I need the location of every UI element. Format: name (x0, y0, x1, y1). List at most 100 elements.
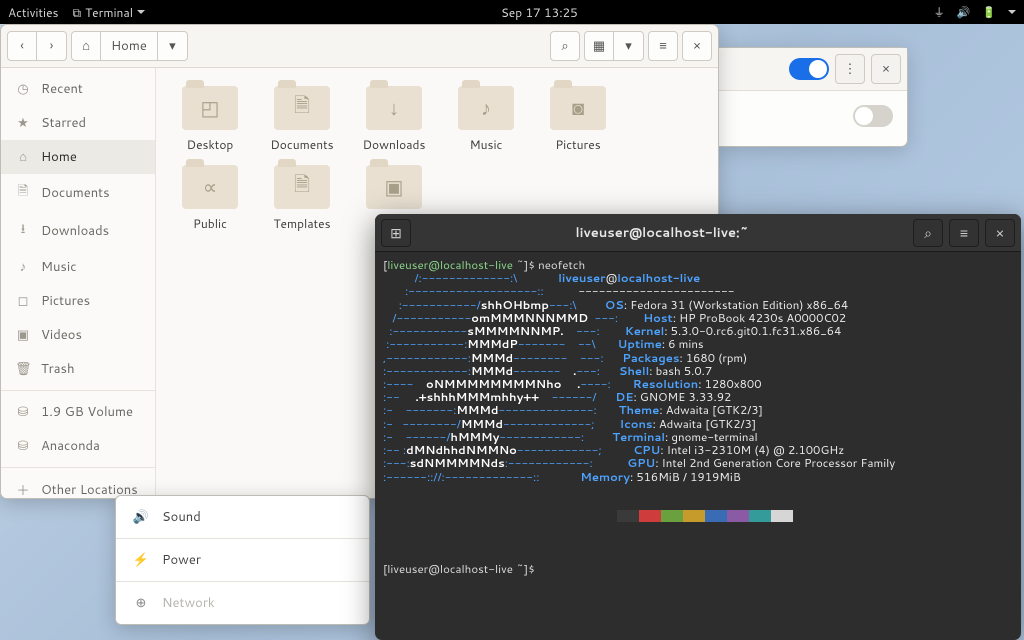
folder-public[interactable]: ∝ Public (164, 165, 256, 232)
view-dropdown[interactable]: ▾ (614, 31, 644, 61)
popup-item-network: ⊕ Network (116, 582, 369, 624)
chevron-down-icon (1008, 10, 1016, 14)
view-grid-button[interactable]: ▦ (584, 31, 614, 61)
chevron-down-icon (137, 10, 145, 14)
recent-icon: ◷ (15, 80, 31, 98)
wifi-toggle[interactable] (789, 58, 829, 80)
folder-desktop[interactable]: ◰ Desktop (164, 86, 256, 153)
view-switcher: ▦ ▾ (584, 31, 644, 61)
sidebar-item-music[interactable]: ♪ Music (1, 250, 155, 284)
folder-music[interactable]: ♪ Music (440, 86, 532, 153)
sidebar-item-label: Home (41, 148, 77, 166)
sidebar-item-volume[interactable]: ⛁ 1.9 GB Volume (1, 395, 155, 429)
hamburger-button[interactable]: ≡ (648, 31, 678, 61)
menu-button[interactable]: ⋮ (835, 54, 865, 84)
folder-icon: ◰ (182, 86, 238, 130)
folder-documents[interactable]: 🗎 Documents (256, 86, 348, 153)
setting-toggle[interactable] (853, 105, 893, 127)
folder-pictures[interactable]: ◙ Pictures (532, 86, 624, 153)
sidebar-item-label: Starred (41, 114, 86, 132)
popup-item-power[interactable]: ⚡ Power (116, 539, 369, 581)
folder-icon: 🗎 (274, 86, 330, 130)
settings-popup-menu: 🔊 Sound ⚡ Power ⊕ Network (115, 495, 370, 625)
folder-label: Desktop (187, 136, 234, 153)
back-button[interactable]: ‹ (7, 31, 37, 61)
folder-icon: ↓ (366, 86, 422, 130)
active-app-label: Terminal (85, 4, 133, 21)
anaconda-icon: ⛁ (15, 437, 31, 455)
sidebar-item-recent[interactable]: ◷ Recent (1, 72, 155, 106)
sidebar-item-label: Recent (41, 80, 83, 98)
close-button[interactable]: × (985, 219, 1015, 247)
files-headerbar: ‹ › ⌂ Home ▾ ⌕ ▦ ▾ ≡ × (1, 25, 718, 68)
battery-icon[interactable]: 🔋 (982, 4, 996, 20)
videos-icon: ▣ (15, 326, 31, 344)
folder-label: Downloads (363, 136, 426, 153)
folder-icon: ∝ (182, 165, 238, 209)
volume-icon: ⛁ (15, 403, 31, 421)
files-sidebar: ◷ Recent ★ Starred ⌂Home 🗎 Documents ⭳Downloads… (1, 68, 156, 499)
starred-icon: ★ (15, 114, 31, 132)
terminal-icon: ⧉ (73, 4, 82, 21)
active-app-indicator[interactable]: ⧉ Terminal (73, 4, 146, 21)
network-icon[interactable]: ⏚ (934, 4, 945, 20)
sidebar-item-pictures[interactable]: ◻ Pictures (1, 284, 155, 318)
new-tab-button[interactable]: ⊞ (381, 219, 411, 247)
popup-item-label: Sound (162, 508, 201, 526)
breadcrumb-home[interactable]: Home (101, 31, 158, 61)
music-icon: ♪ (15, 258, 31, 276)
clock[interactable]: Sep 17 13:25 (501, 4, 578, 21)
terminal-window: ⊞ liveuser@localhost-live:~ ⌕ ≡ × [liveu… (375, 214, 1021, 640)
forward-button[interactable]: › (37, 31, 67, 61)
sidebar-item-downloads[interactable]: ⭳Downloads (1, 212, 155, 250)
gnome-top-bar: Activities ⧉ Terminal Sep 17 13:25 ⏚ 🔊 🔋 (0, 0, 1024, 24)
sidebar-item-label: Pictures (41, 292, 90, 310)
network-icon: ⊕ (132, 594, 150, 612)
folder-downloads[interactable]: ↓ Downloads (348, 86, 440, 153)
pictures-icon: ◻ (15, 292, 31, 310)
folder-label: Public (193, 215, 227, 232)
sound-icon: 🔊 (132, 508, 150, 526)
popup-item-label: Network (162, 594, 215, 612)
power-icon: ⚡ (132, 551, 150, 569)
sidebar-item-label: Videos (41, 326, 82, 344)
close-button[interactable]: × (682, 31, 712, 61)
sidebar-item-documents[interactable]: 🗎 Documents (1, 174, 155, 212)
volume-icon[interactable]: 🔊 (957, 4, 971, 20)
trash-icon: 🗑 (15, 360, 31, 378)
folder-templates[interactable]: 🗎 Templates (256, 165, 348, 232)
other-icon: ＋ (15, 480, 31, 499)
folder-icon: ♪ (458, 86, 514, 130)
downloads-icon: ⭳ (15, 220, 31, 242)
popup-item-sound[interactable]: 🔊 Sound (116, 496, 369, 538)
documents-icon: 🗎 (15, 182, 31, 204)
sidebar-item-starred[interactable]: ★ Starred (1, 106, 155, 140)
sidebar-item-label: 1.9 GB Volume (41, 403, 133, 421)
breadcrumb-dropdown[interactable]: ▾ (158, 31, 188, 61)
folder-label: Templates (273, 215, 330, 232)
terminal-content[interactable]: [liveuser@localhost-live ~]$ neofetch /:… (375, 252, 1021, 640)
folder-label: Documents (270, 136, 333, 153)
terminal-headerbar: ⊞ liveuser@localhost-live:~ ⌕ ≡ × (375, 214, 1021, 252)
folder-icon: ◙ (550, 86, 606, 130)
sidebar-item-trash[interactable]: 🗑 Trash (1, 352, 155, 386)
sidebar-item-label: Music (41, 258, 77, 276)
sidebar-item-label: Anaconda (41, 437, 100, 455)
popup-item-label: Power (162, 551, 201, 569)
folder-label: Music (470, 136, 503, 153)
folder-icon: 🗎 (274, 165, 330, 209)
sidebar-item-anaconda[interactable]: ⛁ Anaconda (1, 429, 155, 463)
hamburger-button[interactable]: ≡ (949, 219, 979, 247)
sidebar-item-home[interactable]: ⌂Home (1, 140, 155, 174)
sidebar-item-label: Documents (41, 184, 110, 202)
activities-button[interactable]: Activities (8, 4, 59, 21)
color-palette (617, 510, 1013, 522)
breadcrumb: ⌂ Home ▾ (71, 31, 188, 61)
search-button[interactable]: ⌕ (913, 219, 943, 247)
close-button[interactable]: × (871, 54, 901, 84)
sidebar-item-label: Trash (41, 360, 75, 378)
sidebar-item-videos[interactable]: ▣ Videos (1, 318, 155, 352)
folder-label: Pictures (555, 136, 600, 153)
search-button[interactable]: ⌕ (550, 31, 580, 61)
home-icon[interactable]: ⌂ (71, 31, 101, 61)
